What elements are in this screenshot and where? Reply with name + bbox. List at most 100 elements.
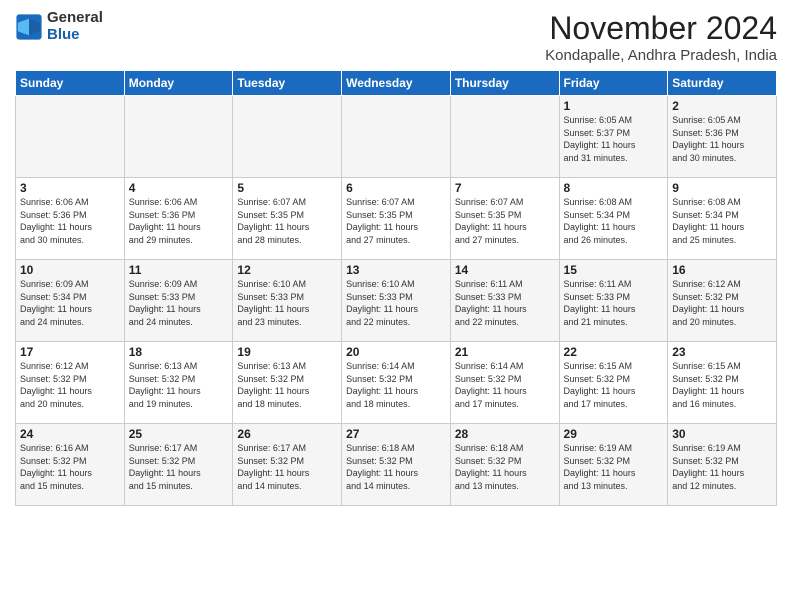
day-number: 18	[129, 345, 229, 359]
day-number: 27	[346, 427, 446, 441]
calendar-week-2: 10Sunrise: 6:09 AM Sunset: 5:34 PM Dayli…	[16, 260, 777, 342]
day-number: 29	[564, 427, 664, 441]
weekday-header-thursday: Thursday	[450, 71, 559, 96]
calendar-cell: 27Sunrise: 6:18 AM Sunset: 5:32 PM Dayli…	[342, 424, 451, 506]
calendar-cell: 4Sunrise: 6:06 AM Sunset: 5:36 PM Daylig…	[124, 178, 233, 260]
day-info: Sunrise: 6:13 AM Sunset: 5:32 PM Dayligh…	[129, 360, 229, 410]
calendar-cell: 7Sunrise: 6:07 AM Sunset: 5:35 PM Daylig…	[450, 178, 559, 260]
day-number: 20	[346, 345, 446, 359]
calendar-cell: 15Sunrise: 6:11 AM Sunset: 5:33 PM Dayli…	[559, 260, 668, 342]
day-info: Sunrise: 6:08 AM Sunset: 5:34 PM Dayligh…	[672, 196, 772, 246]
logo-blue: Blue	[47, 27, 103, 44]
calendar-cell: 29Sunrise: 6:19 AM Sunset: 5:32 PM Dayli…	[559, 424, 668, 506]
weekday-header-monday: Monday	[124, 71, 233, 96]
day-info: Sunrise: 6:12 AM Sunset: 5:32 PM Dayligh…	[20, 360, 120, 410]
calendar-cell: 5Sunrise: 6:07 AM Sunset: 5:35 PM Daylig…	[233, 178, 342, 260]
logo-area: General Blue	[15, 10, 103, 43]
calendar-cell: 10Sunrise: 6:09 AM Sunset: 5:34 PM Dayli…	[16, 260, 125, 342]
calendar-cell	[16, 96, 125, 178]
day-info: Sunrise: 6:06 AM Sunset: 5:36 PM Dayligh…	[20, 196, 120, 246]
day-number: 4	[129, 181, 229, 195]
calendar-cell: 2Sunrise: 6:05 AM Sunset: 5:36 PM Daylig…	[668, 96, 777, 178]
calendar-cell: 19Sunrise: 6:13 AM Sunset: 5:32 PM Dayli…	[233, 342, 342, 424]
month-title: November 2024	[545, 10, 777, 47]
calendar-cell: 21Sunrise: 6:14 AM Sunset: 5:32 PM Dayli…	[450, 342, 559, 424]
day-number: 19	[237, 345, 337, 359]
calendar-cell: 25Sunrise: 6:17 AM Sunset: 5:32 PM Dayli…	[124, 424, 233, 506]
weekday-header-sunday: Sunday	[16, 71, 125, 96]
day-info: Sunrise: 6:05 AM Sunset: 5:36 PM Dayligh…	[672, 114, 772, 164]
calendar-cell: 12Sunrise: 6:10 AM Sunset: 5:33 PM Dayli…	[233, 260, 342, 342]
calendar-cell: 18Sunrise: 6:13 AM Sunset: 5:32 PM Dayli…	[124, 342, 233, 424]
day-info: Sunrise: 6:07 AM Sunset: 5:35 PM Dayligh…	[346, 196, 446, 246]
day-number: 1	[564, 99, 664, 113]
calendar-cell	[233, 96, 342, 178]
day-number: 30	[672, 427, 772, 441]
day-info: Sunrise: 6:15 AM Sunset: 5:32 PM Dayligh…	[564, 360, 664, 410]
logo-general: General	[47, 10, 103, 27]
weekday-header-saturday: Saturday	[668, 71, 777, 96]
day-info: Sunrise: 6:08 AM Sunset: 5:34 PM Dayligh…	[564, 196, 664, 246]
calendar-cell	[124, 96, 233, 178]
calendar-cell: 23Sunrise: 6:15 AM Sunset: 5:32 PM Dayli…	[668, 342, 777, 424]
day-info: Sunrise: 6:13 AM Sunset: 5:32 PM Dayligh…	[237, 360, 337, 410]
calendar-cell	[342, 96, 451, 178]
calendar-cell: 1Sunrise: 6:05 AM Sunset: 5:37 PM Daylig…	[559, 96, 668, 178]
calendar-week-1: 3Sunrise: 6:06 AM Sunset: 5:36 PM Daylig…	[16, 178, 777, 260]
day-number: 28	[455, 427, 555, 441]
calendar-cell: 3Sunrise: 6:06 AM Sunset: 5:36 PM Daylig…	[16, 178, 125, 260]
day-info: Sunrise: 6:05 AM Sunset: 5:37 PM Dayligh…	[564, 114, 664, 164]
day-number: 12	[237, 263, 337, 277]
title-area: November 2024 Kondapalle, Andhra Pradesh…	[545, 10, 777, 64]
day-info: Sunrise: 6:10 AM Sunset: 5:33 PM Dayligh…	[237, 278, 337, 328]
day-info: Sunrise: 6:18 AM Sunset: 5:32 PM Dayligh…	[346, 442, 446, 492]
day-number: 11	[129, 263, 229, 277]
day-number: 15	[564, 263, 664, 277]
logo-text: General Blue	[47, 10, 103, 43]
day-info: Sunrise: 6:10 AM Sunset: 5:33 PM Dayligh…	[346, 278, 446, 328]
calendar-week-0: 1Sunrise: 6:05 AM Sunset: 5:37 PM Daylig…	[16, 96, 777, 178]
day-number: 22	[564, 345, 664, 359]
location: Kondapalle, Andhra Pradesh, India	[545, 47, 777, 64]
day-number: 6	[346, 181, 446, 195]
header: General Blue November 2024 Kondapalle, A…	[15, 10, 777, 64]
day-info: Sunrise: 6:07 AM Sunset: 5:35 PM Dayligh…	[237, 196, 337, 246]
calendar-cell: 24Sunrise: 6:16 AM Sunset: 5:32 PM Dayli…	[16, 424, 125, 506]
calendar-cell: 20Sunrise: 6:14 AM Sunset: 5:32 PM Dayli…	[342, 342, 451, 424]
day-number: 25	[129, 427, 229, 441]
calendar-cell: 9Sunrise: 6:08 AM Sunset: 5:34 PM Daylig…	[668, 178, 777, 260]
day-number: 14	[455, 263, 555, 277]
calendar-table: SundayMondayTuesdayWednesdayThursdayFrid…	[15, 70, 777, 506]
day-info: Sunrise: 6:11 AM Sunset: 5:33 PM Dayligh…	[455, 278, 555, 328]
calendar-cell: 14Sunrise: 6:11 AM Sunset: 5:33 PM Dayli…	[450, 260, 559, 342]
calendar-cell: 28Sunrise: 6:18 AM Sunset: 5:32 PM Dayli…	[450, 424, 559, 506]
page: General Blue November 2024 Kondapalle, A…	[0, 0, 792, 612]
day-number: 16	[672, 263, 772, 277]
day-number: 2	[672, 99, 772, 113]
calendar-week-4: 24Sunrise: 6:16 AM Sunset: 5:32 PM Dayli…	[16, 424, 777, 506]
day-info: Sunrise: 6:11 AM Sunset: 5:33 PM Dayligh…	[564, 278, 664, 328]
day-number: 17	[20, 345, 120, 359]
calendar-cell: 30Sunrise: 6:19 AM Sunset: 5:32 PM Dayli…	[668, 424, 777, 506]
calendar-cell: 13Sunrise: 6:10 AM Sunset: 5:33 PM Dayli…	[342, 260, 451, 342]
day-number: 8	[564, 181, 664, 195]
calendar-cell: 22Sunrise: 6:15 AM Sunset: 5:32 PM Dayli…	[559, 342, 668, 424]
day-number: 10	[20, 263, 120, 277]
calendar-cell: 17Sunrise: 6:12 AM Sunset: 5:32 PM Dayli…	[16, 342, 125, 424]
day-info: Sunrise: 6:07 AM Sunset: 5:35 PM Dayligh…	[455, 196, 555, 246]
day-info: Sunrise: 6:19 AM Sunset: 5:32 PM Dayligh…	[564, 442, 664, 492]
day-number: 23	[672, 345, 772, 359]
day-info: Sunrise: 6:14 AM Sunset: 5:32 PM Dayligh…	[455, 360, 555, 410]
calendar-cell: 26Sunrise: 6:17 AM Sunset: 5:32 PM Dayli…	[233, 424, 342, 506]
day-info: Sunrise: 6:17 AM Sunset: 5:32 PM Dayligh…	[237, 442, 337, 492]
weekday-header-tuesday: Tuesday	[233, 71, 342, 96]
calendar-cell: 8Sunrise: 6:08 AM Sunset: 5:34 PM Daylig…	[559, 178, 668, 260]
calendar-cell	[450, 96, 559, 178]
day-number: 24	[20, 427, 120, 441]
day-info: Sunrise: 6:17 AM Sunset: 5:32 PM Dayligh…	[129, 442, 229, 492]
day-info: Sunrise: 6:09 AM Sunset: 5:34 PM Dayligh…	[20, 278, 120, 328]
day-info: Sunrise: 6:18 AM Sunset: 5:32 PM Dayligh…	[455, 442, 555, 492]
day-info: Sunrise: 6:09 AM Sunset: 5:33 PM Dayligh…	[129, 278, 229, 328]
calendar-cell: 16Sunrise: 6:12 AM Sunset: 5:32 PM Dayli…	[668, 260, 777, 342]
calendar-week-3: 17Sunrise: 6:12 AM Sunset: 5:32 PM Dayli…	[16, 342, 777, 424]
